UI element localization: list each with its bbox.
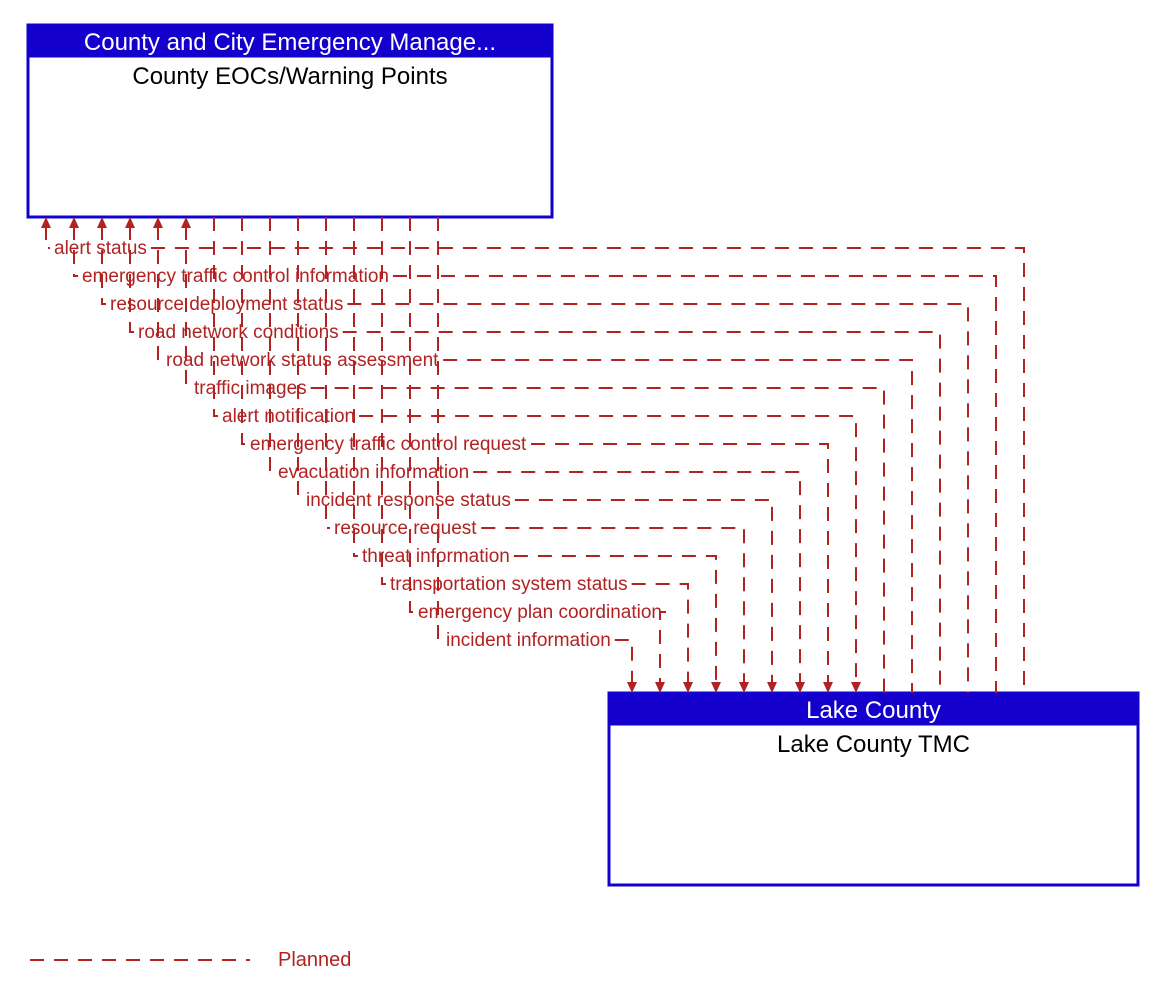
top-body-text: County EOCs/Warning Points — [132, 63, 447, 90]
flow-label: road network status assessment — [166, 350, 439, 371]
flow-label: resource deployment status — [110, 294, 343, 315]
arrow-up-icon — [125, 217, 135, 228]
top-header-text: County and City Emergency Manage... — [84, 29, 496, 56]
arrow-up-icon — [97, 217, 107, 228]
flow-label: resource request — [334, 518, 477, 539]
bottom-header-text: Lake County — [806, 697, 941, 724]
flow-label: threat information — [362, 546, 510, 567]
arrow-down-icon — [627, 682, 637, 693]
arrow-down-icon — [823, 682, 833, 693]
flow-label: alert status — [54, 238, 147, 259]
bottom-body-text: Lake County TMC — [777, 731, 970, 758]
arrow-down-icon — [767, 682, 777, 693]
legend-label: Planned — [278, 949, 351, 971]
arrow-down-icon — [711, 682, 721, 693]
flow-label: incident information — [446, 630, 611, 651]
arrow-down-icon — [655, 682, 665, 693]
arrow-down-icon — [795, 682, 805, 693]
flow-label: transportation system status — [390, 574, 628, 595]
arrow-up-icon — [69, 217, 79, 228]
flow-label: road network conditions — [138, 322, 339, 343]
diagram-stage: County and City Emergency Manage... Count… — [0, 0, 1160, 998]
flow-label: traffic images — [194, 378, 307, 399]
bottom-box: Lake County Lake County TMC — [609, 693, 1138, 885]
flow-label: emergency plan coordination — [418, 602, 662, 623]
flow-label: incident response status — [306, 490, 511, 511]
arrow-up-icon — [41, 217, 51, 228]
arrow-up-icon — [153, 217, 163, 228]
flow-label: evacuation information — [278, 462, 469, 483]
legend: Planned — [30, 949, 351, 971]
flows-group: alert status emergency traffic control in… — [41, 217, 1024, 693]
arrow-down-icon — [739, 682, 749, 693]
diagram-svg: County and City Emergency Manage... Count… — [0, 0, 1160, 998]
arrow-down-icon — [851, 682, 861, 693]
arrow-up-icon — [181, 217, 191, 228]
top-box: County and City Emergency Manage... Count… — [28, 25, 552, 217]
arrow-down-icon — [683, 682, 693, 693]
flow-label: emergency traffic control information — [82, 266, 389, 287]
flow-emergency-plan-coordination: emergency plan coordination — [410, 217, 666, 693]
flow-label: emergency traffic control request — [250, 434, 527, 455]
